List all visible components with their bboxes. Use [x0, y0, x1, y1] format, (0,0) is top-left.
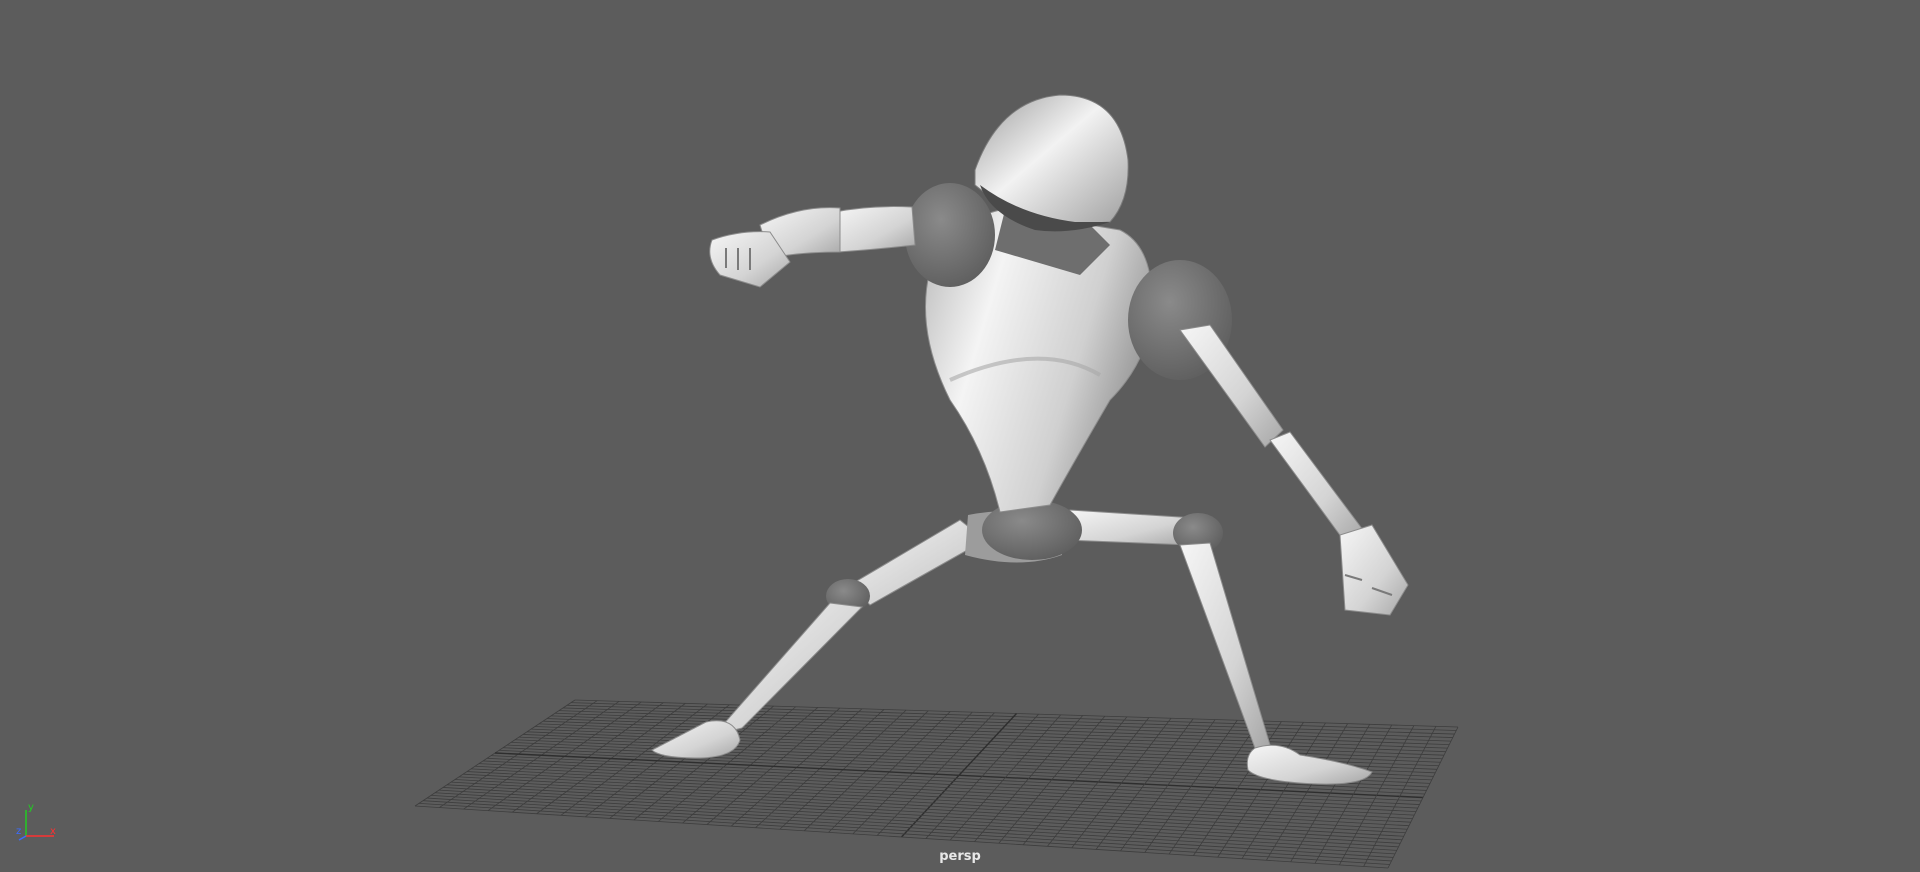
- character-model[interactable]: [651, 94, 1409, 785]
- grid-line: [434, 792, 1397, 851]
- persp-viewport[interactable]: persp y z x: [0, 0, 1920, 872]
- right-shin: [1179, 542, 1271, 749]
- left-foot: [651, 720, 741, 759]
- grid-line: [1363, 726, 1437, 867]
- axis-orientation-gizmo: y z x: [16, 802, 56, 841]
- right-foot: [1246, 744, 1373, 785]
- left-upper-arm: [834, 206, 916, 253]
- axis-x-label: x: [50, 826, 56, 837]
- grid-line: [430, 795, 1396, 855]
- grid-line: [1314, 724, 1393, 864]
- scene-view[interactable]: [0, 0, 1920, 872]
- grid-line: [1338, 725, 1415, 866]
- left-shoulder-joint: [905, 183, 995, 287]
- ground-grid: [414, 699, 1459, 869]
- right-fist: [1339, 524, 1409, 616]
- grid-line: [1387, 726, 1459, 869]
- camera-name-label: persp: [939, 849, 981, 864]
- left-thigh: [849, 519, 986, 606]
- axis-y-label: y: [28, 802, 34, 813]
- pelvis-joint: [982, 500, 1082, 560]
- axis-z-label: z: [16, 826, 21, 837]
- right-upper-arm: [1179, 324, 1284, 448]
- right-forearm: [1269, 431, 1364, 543]
